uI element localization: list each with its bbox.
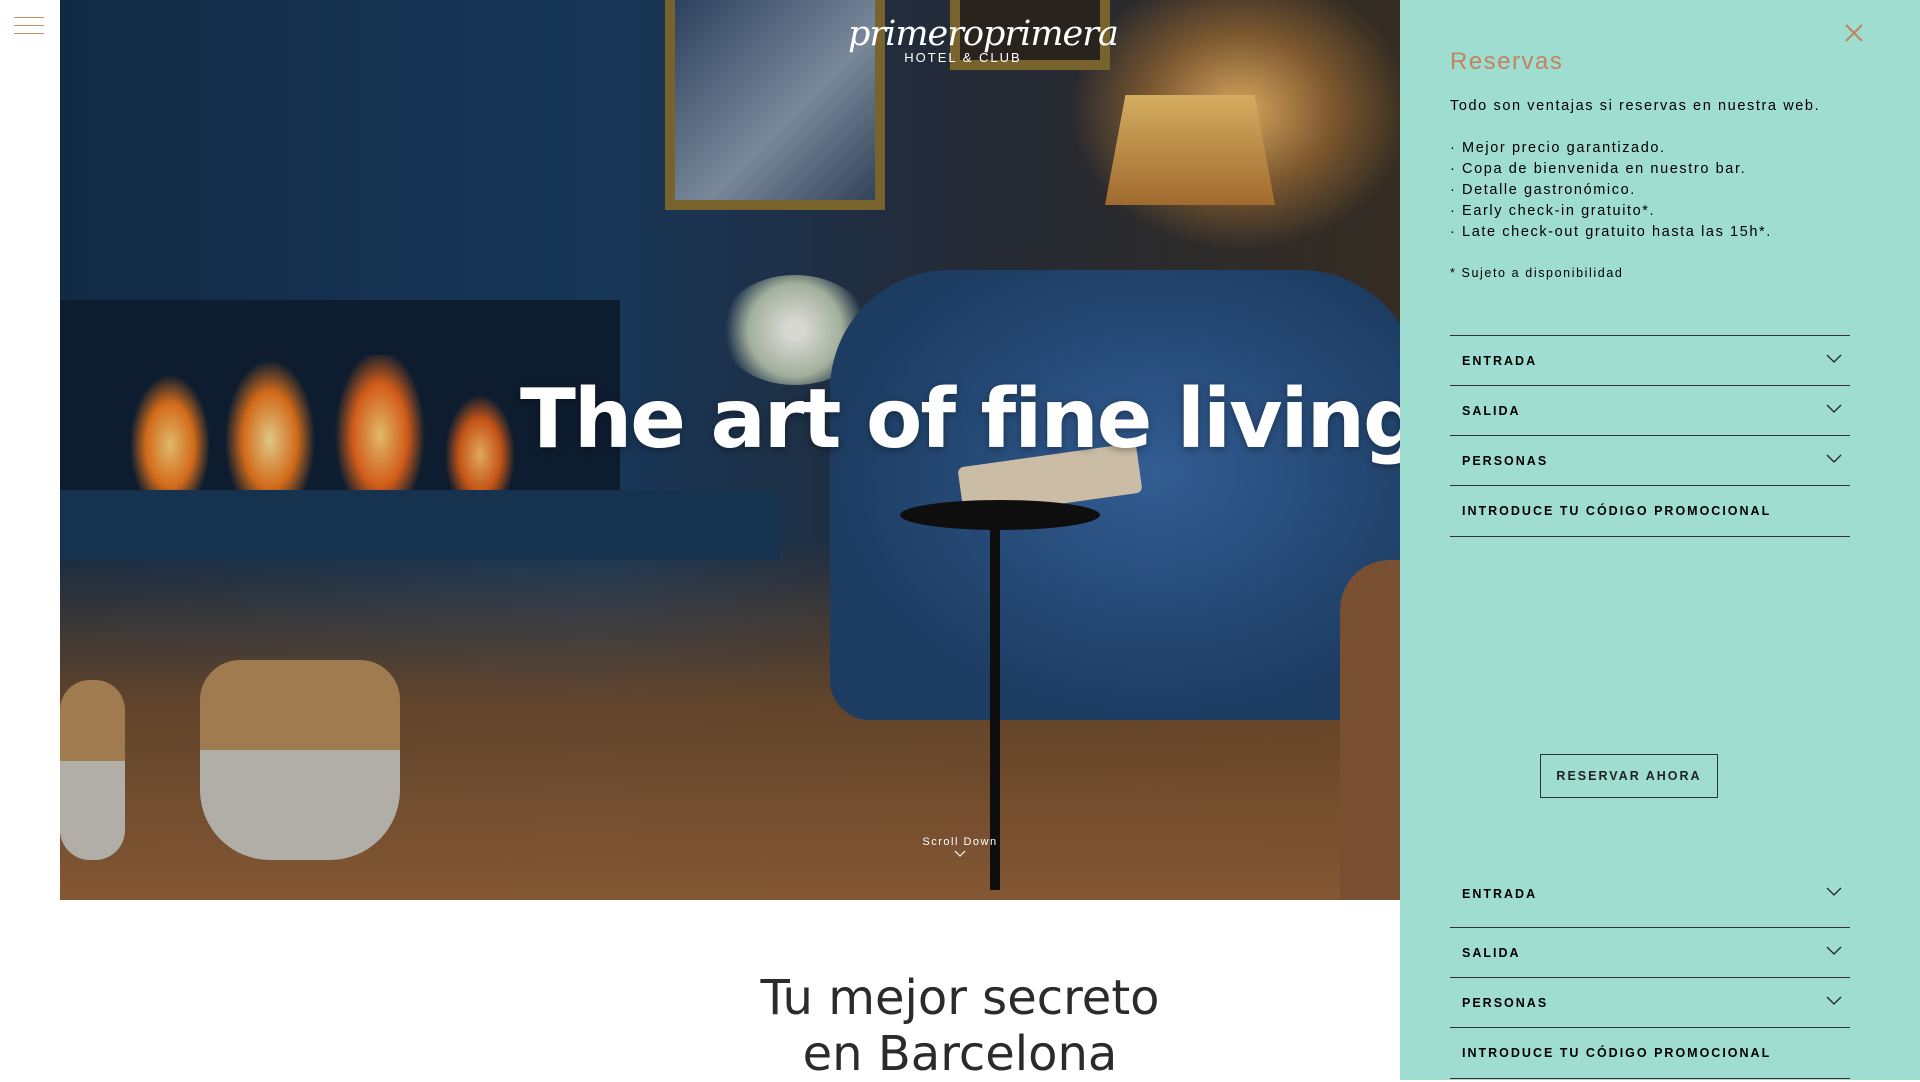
chevron-down-icon <box>1826 454 1842 463</box>
guests-label: PERSONAS <box>1462 454 1549 468</box>
checkout-label: SALIDA <box>1462 404 1521 418</box>
scroll-down-link[interactable]: Scroll Down <box>880 836 1040 857</box>
benefit-item: · Detalle gastronómico. <box>1450 182 1636 198</box>
chevron-down-icon <box>1826 946 1842 955</box>
chevron-down-icon <box>1826 887 1842 896</box>
guests-select[interactable]: PERSONAS <box>1450 977 1850 1028</box>
benefit-item: · Early check-in gratuito*. <box>1450 203 1656 219</box>
panel-title: Reservas <box>1450 48 1564 75</box>
checkout-select[interactable]: SALIDA <box>1450 927 1850 978</box>
benefit-item: · Mejor precio garantizado. <box>1450 140 1666 156</box>
checkin-label: ENTRADA <box>1462 887 1538 901</box>
logo-wordmark: primeroprimera <box>848 14 1119 54</box>
panel-intro: Todo son ventajas si reservas en nuestra… <box>1450 98 1821 114</box>
section-heading: Tu mejor secreto en Barcelona <box>640 970 1280 1082</box>
benefit-item: · Late check-out gratuito hasta las 15h*… <box>1450 224 1772 240</box>
checkin-select[interactable]: ENTRADA <box>1450 877 1850 927</box>
hotel-logo[interactable]: primeroprimera HOTEL & CLUB <box>848 14 1119 65</box>
tagline-line: en Barcelona <box>802 1026 1118 1082</box>
promo-code-field[interactable]: INTRODUCE TU CÓDIGO PROMOCIONAL <box>1450 1027 1850 1079</box>
checkout-select[interactable]: SALIDA <box>1450 385 1850 436</box>
checkin-label: ENTRADA <box>1462 354 1538 368</box>
close-icon[interactable] <box>1843 22 1865 44</box>
promo-code-label: INTRODUCE TU CÓDIGO PROMOCIONAL <box>1462 504 1772 518</box>
hamburger-icon-line <box>14 17 44 18</box>
hamburger-icon-line <box>14 33 44 34</box>
guests-label: PERSONAS <box>1462 996 1549 1010</box>
checkout-label: SALIDA <box>1462 946 1521 960</box>
chevron-down-icon <box>1826 404 1842 413</box>
checkin-select[interactable]: ENTRADA <box>1450 335 1850 386</box>
scroll-down-label: Scroll Down <box>922 836 998 848</box>
chevron-down-icon <box>954 850 966 857</box>
hamburger-icon-line <box>14 25 44 26</box>
tagline-line: Tu mejor secreto <box>760 970 1160 1026</box>
guests-select[interactable]: PERSONAS <box>1450 435 1850 486</box>
availability-note: * Sujeto a disponibilidad <box>1450 266 1624 280</box>
benefit-item: · Copa de bienvenida en nuestro bar. <box>1450 161 1747 177</box>
hero-headline: The art of fine living <box>520 372 1422 467</box>
promo-code-field[interactable]: INTRODUCE TU CÓDIGO PROMOCIONAL <box>1450 485 1850 537</box>
benefits-list: · Mejor precio garantizado. · Copa de bi… <box>1450 138 1772 243</box>
chevron-down-icon <box>1826 996 1842 1005</box>
chevron-down-icon <box>1826 354 1842 363</box>
menu-button[interactable] <box>14 17 44 37</box>
promo-code-label: INTRODUCE TU CÓDIGO PROMOCIONAL <box>1462 1046 1772 1060</box>
reserve-now-button[interactable]: RESERVAR AHORA <box>1540 754 1718 798</box>
